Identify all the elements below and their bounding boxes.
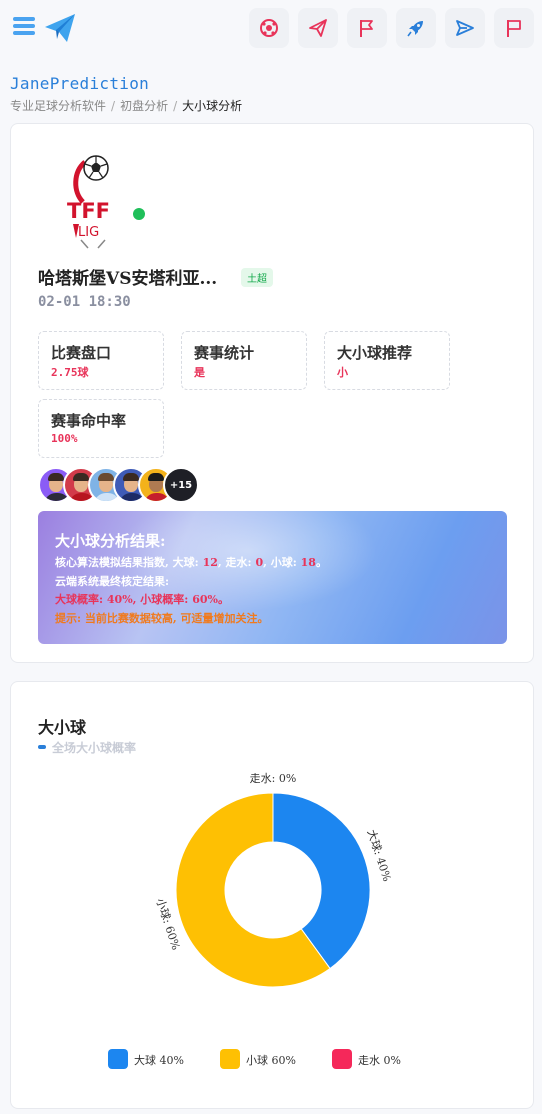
hamburger-menu-icon[interactable] (13, 17, 35, 37)
result-tip-line: 提示: 当前比赛数据较高, 可适量增加关注。 (55, 612, 269, 625)
stat-event-statistics[interactable]: 赛事统计 是 (181, 331, 307, 390)
legend-text: 走水 0% (358, 1054, 401, 1067)
flag-button[interactable] (347, 8, 387, 48)
donut-chart: 大球: 40%小球: 60%走水: 0% (153, 772, 394, 988)
stat-label: 赛事统计 (194, 344, 255, 362)
result-index-line: 核心算法模拟结果指数, 大球: 12, 走水: 0, 小球: 18。 (55, 556, 327, 569)
stat-hit-rate[interactable]: 赛事命中率 100% (38, 399, 164, 458)
top-bar (0, 0, 542, 62)
breadcrumb-item[interactable]: 初盘分析 (120, 99, 168, 113)
breadcrumb-item[interactable]: 专业足球分析软件 (10, 99, 106, 113)
send-button[interactable] (298, 8, 338, 48)
small-ball-index: 18 (300, 556, 316, 569)
legend-swatch (220, 1049, 240, 1069)
avatar-more-count: +15 (163, 467, 199, 503)
breadcrumb-current: 大小球分析 (182, 99, 243, 113)
league-badge: 土超 (241, 268, 273, 287)
brand-name[interactable]: JanePrediction (10, 74, 149, 93)
stat-label: 比赛盘口 (51, 344, 112, 362)
stat-value: 是 (194, 366, 205, 379)
online-status-dot (133, 208, 145, 220)
stat-value: 2.75球 (51, 366, 89, 379)
chart-title: 大小球 (38, 718, 87, 737)
soccer-ball-icon (260, 19, 278, 37)
subtitle-accent (38, 745, 46, 749)
result-probability-line: 大球概率: 40%, 小球概率: 60%。 (55, 593, 229, 606)
match-title[interactable]: 哈塔斯堡VS安塔利亚... (38, 264, 217, 289)
match-card: TFF LIG 哈塔斯堡VS安塔利亚... 土超 02-01 18:30 比赛盘… (10, 123, 534, 663)
match-time: 02-01 18:30 (38, 294, 131, 310)
chart-card: 大小球 全场大小球概率 大球: 40% 小球: 60% 走水: 0% 大球 40% … (10, 681, 534, 1109)
league-logo-text: TFF (67, 199, 110, 223)
send-icon (309, 19, 327, 37)
legend-text: 大球 40% (134, 1054, 184, 1067)
stat-value: 100% (51, 432, 78, 445)
slice-label: 走水: 0% (250, 772, 297, 785)
legend-swatch (332, 1049, 352, 1069)
rocket-button[interactable] (396, 8, 436, 48)
rocket-icon (407, 21, 423, 37)
stat-label: 赛事命中率 (51, 412, 127, 430)
flag-outline-icon (507, 20, 521, 37)
result-cloud-line: 云端系统最终核定结果: (55, 575, 170, 588)
legend-text: 小球 60% (246, 1054, 296, 1067)
chart-subtitle: 全场大小球概率 (52, 741, 137, 755)
flag-icon (360, 20, 373, 37)
breadcrumb: 专业足球分析软件 / 初盘分析 / 大小球分析 (10, 99, 243, 113)
result-title: 大小球分析结果: (55, 532, 166, 550)
flag-outline-button[interactable] (494, 8, 534, 48)
legend-swatch (108, 1049, 128, 1069)
send-arrow-button[interactable] (445, 8, 485, 48)
stat-label: 大小球推荐 (337, 344, 413, 362)
stat-handicap[interactable]: 比赛盘口 2.75球 (38, 331, 164, 390)
league-logo-subtext: LIG (78, 225, 99, 240)
stat-value: 小 (337, 366, 348, 379)
league-logo: TFF LIG (67, 155, 110, 249)
stat-over-under-recommendation[interactable]: 大小球推荐 小 (324, 331, 450, 390)
big-ball-index: 12 (202, 556, 218, 569)
paper-plane-logo-icon[interactable] (43, 12, 77, 44)
soccer-ball-button[interactable] (249, 8, 289, 48)
analysis-result-panel: 大小球分析结果: 核心算法模拟结果指数, 大球: 12, 走水: 0, 小球: … (38, 511, 507, 644)
send-arrow-icon (456, 20, 474, 36)
push-index: 0 (255, 556, 264, 569)
